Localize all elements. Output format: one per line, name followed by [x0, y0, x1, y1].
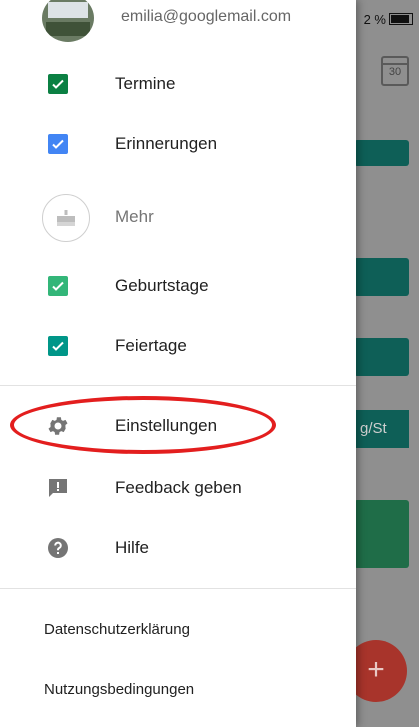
background-event — [354, 338, 409, 376]
menu-label: Hilfe — [115, 538, 150, 557]
menu-item-settings[interactable]: Einstellungen — [0, 403, 356, 449]
background-event — [354, 140, 409, 166]
more-section-label: Mehr — [115, 207, 154, 226]
today-calendar-icon[interactable]: 30 — [381, 56, 409, 86]
calendar-label: Erinnerungen — [115, 134, 218, 153]
terms-link[interactable]: Nutzungsbedingungen — [44, 681, 194, 698]
account-avatar[interactable] — [42, 0, 94, 42]
feedback-icon — [46, 476, 70, 500]
calendar-item-erinnerungen[interactable]: Erinnerungen — [0, 121, 356, 167]
account-email[interactable]: emilia@googlemail.com — [121, 8, 291, 26]
calendar-item-termine[interactable]: Termine — [0, 61, 356, 107]
menu-item-feedback[interactable]: Feedback geben — [0, 465, 356, 511]
calendar-label: Termine — [115, 74, 176, 93]
divider — [0, 588, 356, 589]
birthday-cake-icon — [42, 194, 90, 242]
privacy-link[interactable]: Datenschutzerklärung — [44, 621, 190, 638]
menu-label: Einstellungen — [115, 416, 218, 435]
background-event — [354, 258, 409, 296]
calendar-label: Feiertage — [115, 336, 187, 355]
checkbox-icon[interactable] — [46, 334, 70, 358]
background-event — [354, 500, 409, 568]
checkbox-icon[interactable] — [46, 274, 70, 298]
background-event-label: g/St — [354, 410, 409, 448]
calendar-item-feiertage[interactable]: Feiertage — [0, 323, 356, 369]
checkbox-icon[interactable] — [46, 72, 70, 96]
calendar-item-geburtstage[interactable]: Geburtstage — [0, 263, 356, 309]
status-bar: 2 % — [364, 12, 413, 27]
help-icon — [46, 536, 70, 560]
battery-percent: 2 % — [363, 12, 386, 27]
menu-label: Feedback geben — [115, 478, 242, 497]
divider — [0, 385, 356, 386]
calendar-label: Geburtstage — [115, 276, 209, 295]
checkbox-icon[interactable] — [46, 132, 70, 156]
gear-icon — [46, 414, 70, 438]
battery-icon — [389, 13, 413, 25]
menu-item-help[interactable]: Hilfe — [0, 525, 356, 571]
navigation-drawer: emilia@googlemail.com Termine Erinnerung… — [0, 0, 356, 727]
